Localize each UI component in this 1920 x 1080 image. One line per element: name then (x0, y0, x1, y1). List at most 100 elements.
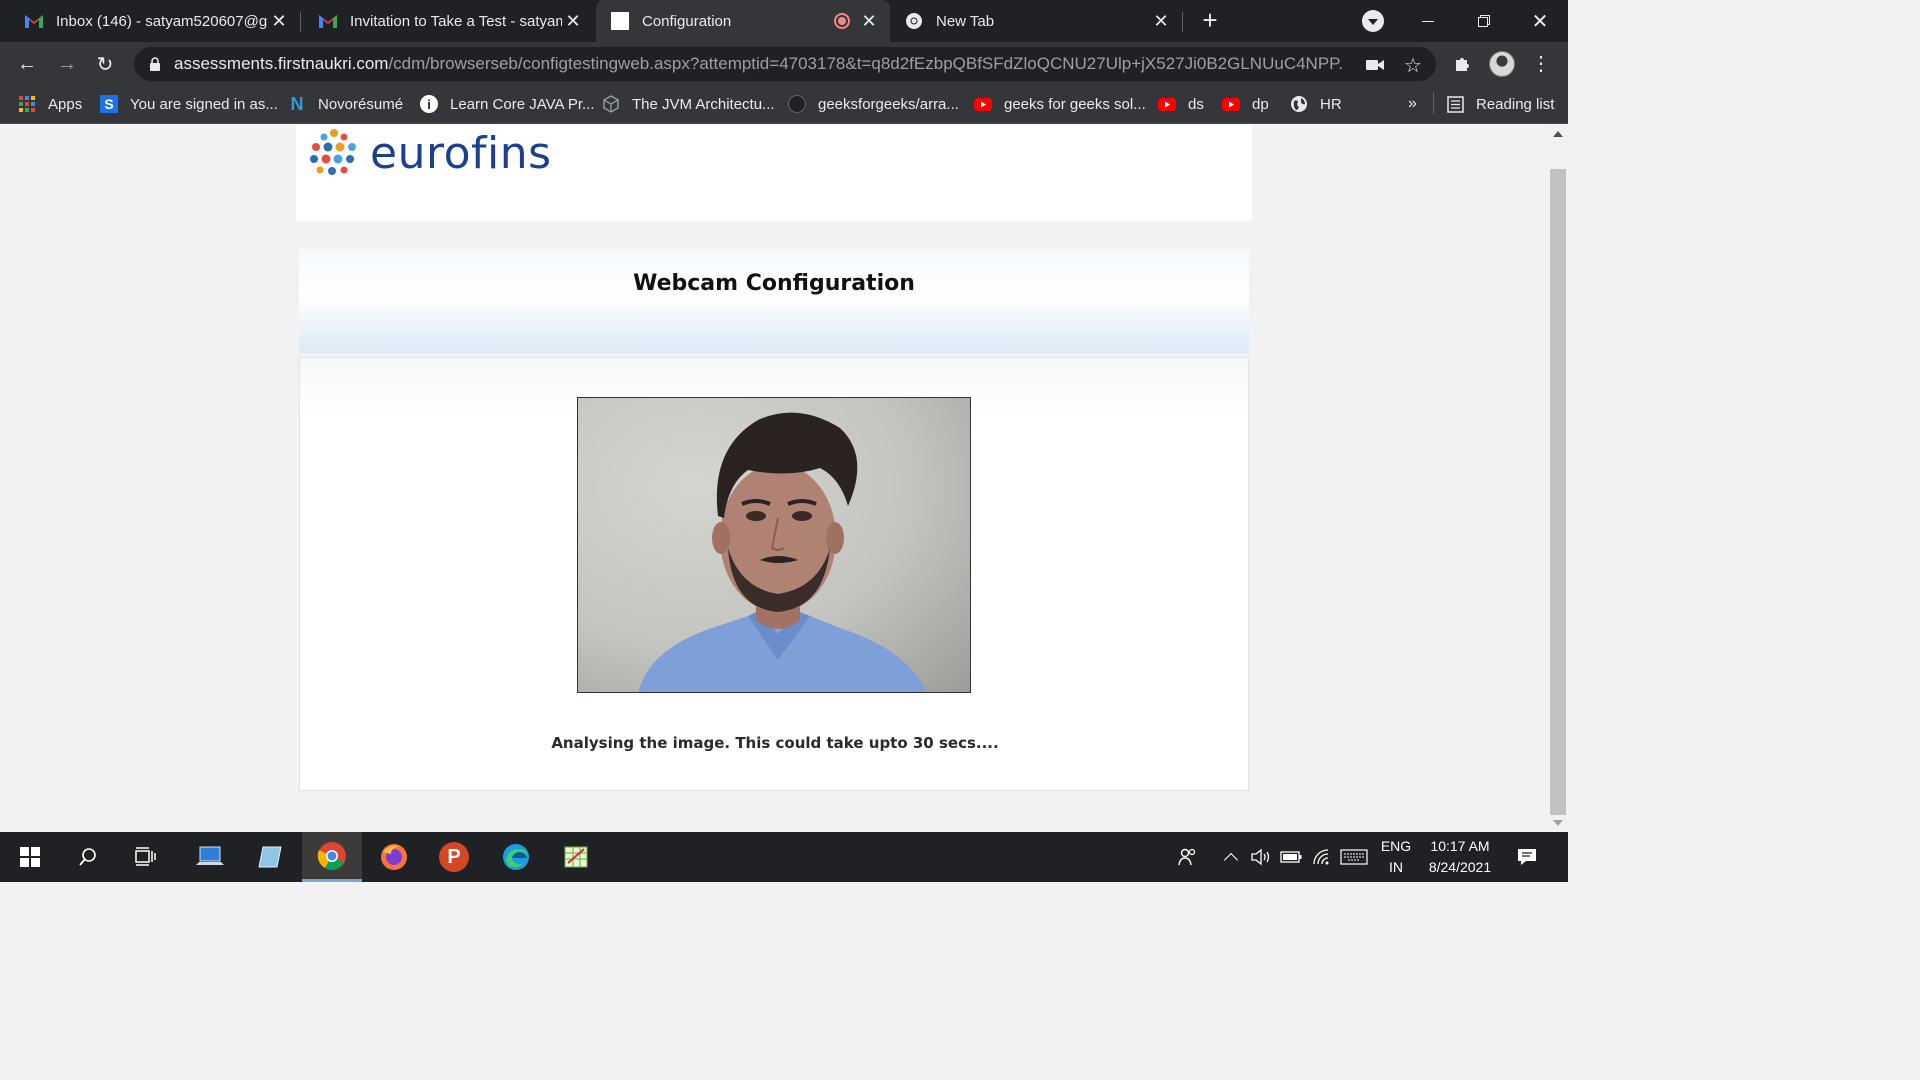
bookmark-learn-java[interactable]: i Learn Core JAVA Pr... (420, 86, 595, 122)
tab-invitation[interactable]: Invitation to Take a Test - satyam ✕ (300, 0, 594, 42)
powerpoint-icon: P (439, 842, 469, 872)
tab-title: Configuration (642, 12, 732, 30)
search-button[interactable] (58, 832, 118, 882)
profile-avatar-button[interactable] (1487, 49, 1517, 79)
taskbar-app-powerpoint[interactable]: P (424, 832, 484, 882)
show-hidden-icons-button[interactable] (1220, 832, 1242, 882)
puzzle-icon (1456, 58, 1469, 71)
minimize-icon (1422, 20, 1434, 22)
volume-button[interactable] (1248, 832, 1274, 882)
tab-divider (1182, 12, 1183, 32)
taskbar-app-edge[interactable] (486, 832, 546, 882)
bookmark-dp[interactable]: dp (1222, 86, 1269, 122)
bookmark-apps[interactable]: Apps (18, 86, 82, 122)
bookmark-label: Apps (48, 95, 83, 113)
bookmark-signed-in[interactable]: S You are signed in as... (100, 86, 278, 122)
bookmark-jvm[interactable]: The JVM Architectu... (602, 86, 775, 122)
reading-list-icon (1446, 95, 1464, 113)
gmail-icon (24, 11, 44, 31)
globe-icon (1290, 95, 1308, 113)
close-tab-icon[interactable]: ✕ (562, 11, 584, 32)
extensions-button[interactable] (1448, 49, 1478, 79)
firefox-icon (381, 844, 407, 870)
laptop-app-icon (196, 846, 224, 865)
bookmark-star-icon[interactable]: ☆ (1402, 54, 1424, 77)
system-clock[interactable]: 10:17 AM 8/24/2021 (1410, 836, 1510, 878)
task-view-button[interactable] (116, 832, 176, 882)
search-icon (79, 848, 96, 866)
taskbar-app-spreadsheet[interactable] (546, 832, 606, 882)
bookmark-geeksforgeeks-github[interactable]: geeksforgeeks/arra... (788, 86, 959, 122)
bookmark-label: Learn Core JAVA Pr... (450, 95, 595, 113)
battery-button[interactable] (1278, 832, 1304, 882)
chrome-icon (904, 11, 924, 31)
reload-button[interactable]: ↻ (90, 49, 120, 79)
notification-icon (1518, 849, 1536, 865)
page-scrollbar[interactable] (1548, 125, 1568, 832)
tab-inbox[interactable]: Inbox (146) - satyam520607@gmail.com ✕ (0, 0, 300, 42)
github-icon (788, 95, 806, 113)
bookmark-label: ds (1188, 95, 1204, 113)
bookmark-hr[interactable]: HR (1290, 86, 1342, 122)
edge-icon (503, 844, 529, 870)
bookmark-label: The JVM Architectu... (632, 95, 775, 113)
config-header-panel: Webcam Configuration (299, 249, 1249, 353)
close-tab-icon[interactable]: ✕ (268, 11, 290, 32)
taskbar-app-firefox[interactable] (364, 832, 424, 882)
page-viewport: eurofins Webcam Configuration Analysing … (0, 125, 1548, 832)
volume-icon (1251, 848, 1270, 866)
browser-menu-button[interactable]: ⋮ (1526, 49, 1556, 79)
clock-time: 10:17 AM (1430, 838, 1490, 854)
restore-button[interactable] (1456, 0, 1512, 42)
scroll-down-arrow-icon[interactable] (1553, 820, 1563, 826)
n-logo-icon: N (290, 93, 304, 114)
keyboard-icon (1340, 849, 1368, 865)
tab-new-tab[interactable]: New Tab ✕ (890, 0, 1182, 42)
close-window-button[interactable]: ✕ (1512, 0, 1568, 42)
spreadsheet-app-icon (564, 846, 588, 868)
scroll-thumb[interactable] (1550, 169, 1566, 815)
youtube-icon (1222, 95, 1240, 113)
taskbar-app-laptop[interactable] (180, 832, 240, 882)
network-button[interactable] (1308, 832, 1336, 882)
arrow-right-icon: → (57, 52, 77, 75)
config-content-panel: Analysing the image. This could take upt… (299, 357, 1249, 791)
new-tab-button[interactable]: + (1196, 6, 1224, 34)
bookmark-geeks-solutions[interactable]: geeks for geeks sol... (974, 86, 1146, 122)
clock-date: 8/24/2021 (1428, 859, 1492, 875)
address-bar[interactable]: assessments.firstnaukri.com/cdm/browsers… (134, 47, 1436, 81)
page-icon (610, 11, 630, 31)
touch-keyboard-button[interactable] (1338, 832, 1370, 882)
bookmark-novoresume[interactable]: N Novorésumé (288, 86, 404, 122)
close-tab-icon[interactable]: ✕ (1150, 11, 1172, 32)
bookmarks-overflow-button[interactable]: » (1408, 86, 1417, 122)
cube-logo-icon (602, 95, 620, 113)
close-tab-icon[interactable]: ✕ (858, 11, 880, 32)
minimize-button[interactable] (1400, 0, 1456, 42)
close-icon: ✕ (1531, 10, 1549, 33)
people-button[interactable] (1172, 832, 1202, 882)
s-logo-icon: S (100, 95, 118, 113)
url-text: assessments.firstnaukri.com/cdm/browsers… (174, 54, 1344, 74)
scroll-up-arrow-icon[interactable] (1553, 131, 1563, 137)
lock-icon (148, 57, 162, 71)
youtube-icon (1158, 95, 1176, 113)
forward-button[interactable]: → (52, 49, 82, 79)
tab-configuration[interactable]: Configuration ✕ (596, 0, 890, 42)
camera-in-use-icon[interactable] (1364, 54, 1386, 76)
restore-icon (1478, 15, 1490, 27)
bookmark-label: You are signed in as... (130, 95, 278, 113)
task-view-icon (135, 847, 156, 866)
bookmarks-divider (1433, 92, 1434, 114)
windows-taskbar: P ENG IN 10:17 AM 8/24/2021 (0, 832, 1568, 882)
tab-search-button[interactable] (1362, 10, 1384, 32)
reading-list-button[interactable]: Reading list (1446, 86, 1554, 122)
back-button[interactable]: ← (12, 49, 42, 79)
bookmark-ds[interactable]: ds (1158, 86, 1204, 122)
start-button[interactable] (0, 832, 60, 882)
action-center-button[interactable] (1512, 832, 1542, 882)
browser-toolbar: ← → ↻ assessments.firstnaukri.com/cdm/br… (0, 42, 1568, 86)
taskbar-app-chrome[interactable] (302, 832, 362, 882)
eurofins-mark-icon (310, 129, 356, 175)
taskbar-app-notes[interactable] (240, 832, 300, 882)
